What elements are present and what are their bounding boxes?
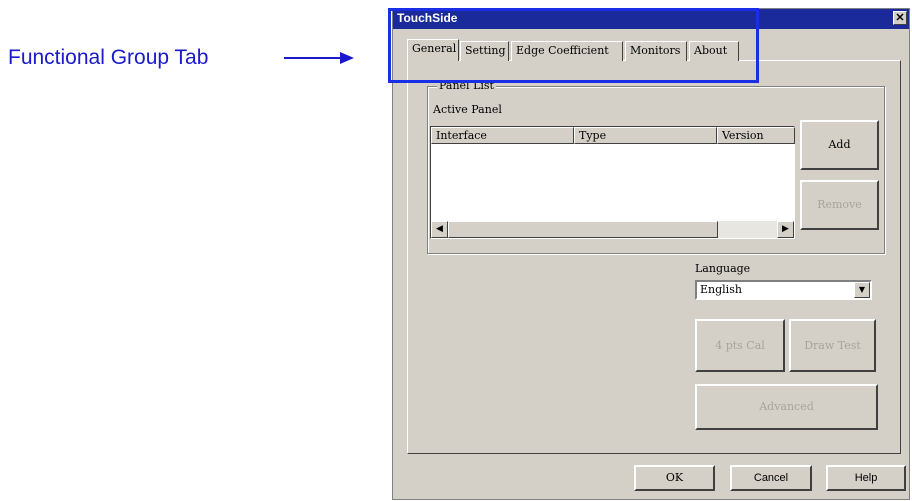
language-dropdown-button[interactable]: ▼	[854, 282, 870, 298]
language-select[interactable]: English ▼	[695, 280, 872, 300]
ok-button[interactable]: OK	[634, 465, 715, 491]
arrow-right-icon: ▶	[782, 224, 789, 234]
scroll-left-button[interactable]: ◀	[431, 221, 448, 238]
close-icon: ✕	[895, 12, 905, 24]
list-header: Interface Type Version	[431, 127, 795, 144]
add-button[interactable]: Add	[800, 120, 879, 170]
arrow-left-icon: ◀	[436, 224, 443, 234]
scroll-thumb[interactable]	[448, 221, 718, 238]
advanced-button[interactable]: Advanced	[695, 384, 878, 430]
four-point-cal-button[interactable]: 4 pts Cal	[695, 319, 785, 372]
tab-general[interactable]: General	[407, 39, 459, 61]
active-panel-list[interactable]: Interface Type Version ◀ ▶	[430, 126, 795, 239]
column-header-interface[interactable]: Interface	[431, 127, 574, 144]
callout-arrow-icon	[284, 52, 354, 64]
callout-label: Functional Group Tab	[8, 46, 209, 69]
scroll-right-button[interactable]: ▶	[777, 221, 794, 238]
close-button[interactable]: ✕	[893, 11, 907, 25]
language-value: English	[700, 283, 742, 296]
remove-button[interactable]: Remove	[800, 180, 879, 230]
language-label: Language	[695, 262, 751, 275]
draw-test-button[interactable]: Draw Test	[789, 319, 876, 372]
chevron-down-icon: ▼	[858, 285, 866, 294]
column-header-type[interactable]: Type	[574, 127, 717, 144]
horizontal-scrollbar[interactable]: ◀ ▶	[431, 221, 794, 238]
column-header-version[interactable]: Version	[717, 127, 795, 144]
help-button[interactable]: Help	[826, 465, 906, 491]
active-panel-label: Active Panel	[433, 103, 502, 116]
cancel-button[interactable]: Cancel	[730, 465, 812, 491]
